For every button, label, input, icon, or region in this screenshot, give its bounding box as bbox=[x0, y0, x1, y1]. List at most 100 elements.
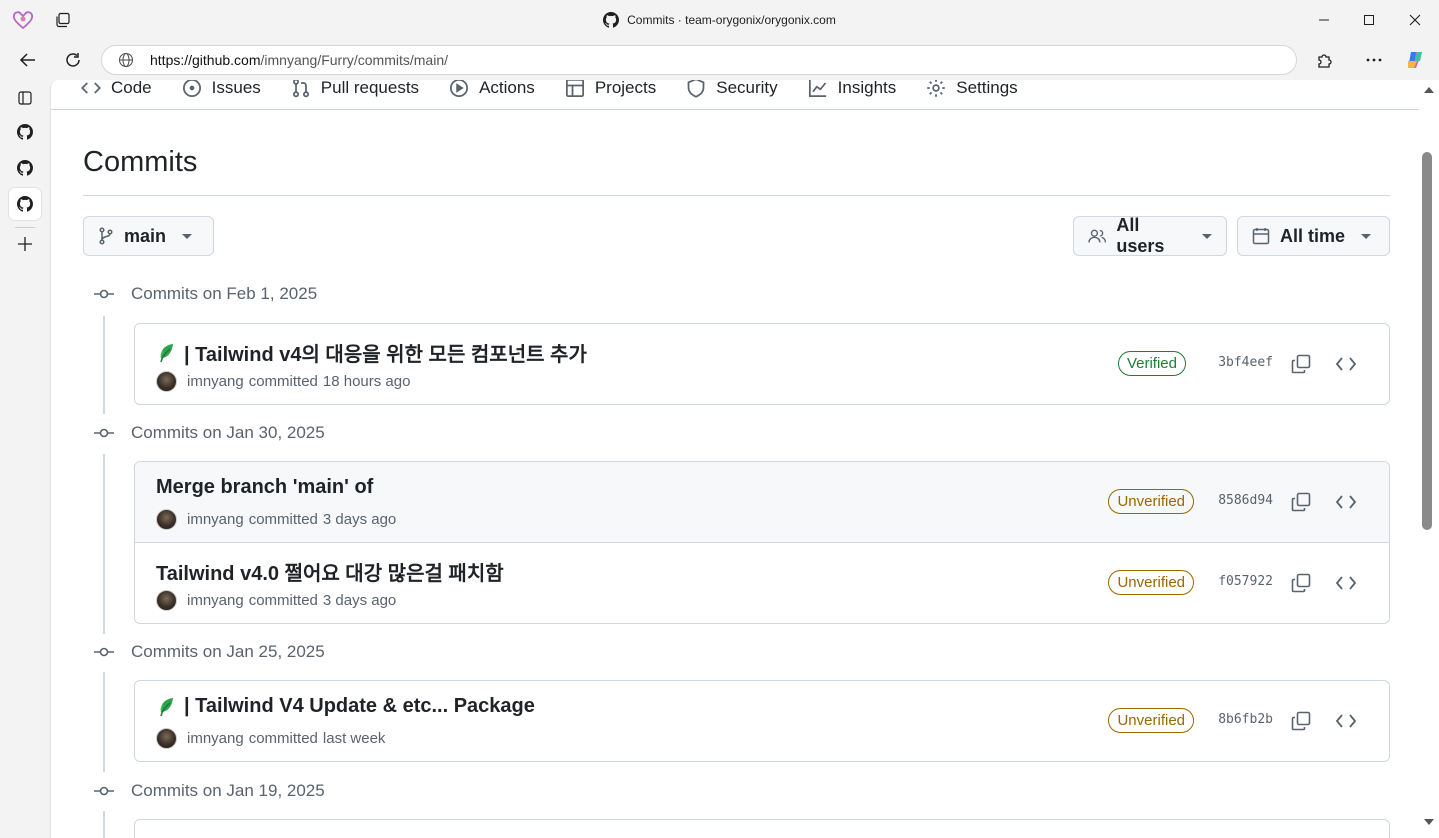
tab-actions-button[interactable] bbox=[9, 82, 41, 114]
repo-nav-issues[interactable]: Issues bbox=[182, 80, 261, 98]
commit-list: | Tailwind V4 Update & etc... Package im… bbox=[134, 680, 1390, 762]
commit-row: | Tailwind v4의 대응을 위한 모든 컴포넌트 추가 imnyang… bbox=[135, 324, 1389, 404]
commit-time: last week bbox=[322, 730, 386, 747]
repo-nav-settings[interactable]: Settings bbox=[926, 80, 1018, 98]
git-commit-icon bbox=[93, 641, 115, 663]
users-filter-label: All users bbox=[1116, 215, 1165, 256]
users-filter[interactable]: All users bbox=[1073, 215, 1227, 256]
reload-button[interactable] bbox=[57, 44, 89, 76]
unverified-badge[interactable]: Unverified bbox=[1108, 570, 1194, 595]
commit-title[interactable]: Tailwind v4.0 쩔어요 대강 많은걸 패치함 bbox=[156, 557, 504, 586]
repo-nav-security-label: Security bbox=[716, 80, 778, 97]
commit-group-header: Commits on Jan 30, 2025 bbox=[93, 422, 325, 444]
time-filter[interactable]: All time bbox=[1237, 216, 1390, 256]
page-title: Commits bbox=[83, 146, 198, 178]
copilot-button[interactable] bbox=[1399, 44, 1431, 76]
copy-sha-button[interactable] bbox=[1287, 569, 1315, 597]
repo-nav-pull-requests[interactable]: Pull requests bbox=[291, 80, 419, 98]
more-menu-button[interactable] bbox=[1358, 44, 1390, 76]
commit-author[interactable]: imnyang bbox=[187, 511, 244, 528]
commit-group-header: Commits on Jan 25, 2025 bbox=[93, 641, 325, 663]
close-window-button[interactable] bbox=[1392, 0, 1438, 40]
extensions-button[interactable] bbox=[1309, 44, 1341, 76]
commit-author[interactable]: imnyang bbox=[187, 373, 244, 390]
branch-selector[interactable]: main bbox=[83, 216, 214, 256]
browser-sidebar bbox=[0, 80, 50, 838]
avatar[interactable] bbox=[156, 590, 177, 611]
github-icon bbox=[603, 12, 620, 28]
commit-title-text: | Tailwind v4의 대응을 위한 모든 컴포넌트 추가 bbox=[184, 344, 587, 366]
commit-time: 18 hours ago bbox=[322, 373, 411, 390]
repo-nav-code-label: Code bbox=[111, 80, 152, 97]
commit-time: 3 days ago bbox=[322, 592, 397, 609]
reload-icon bbox=[66, 53, 80, 67]
commit-group-date: Commits on Jan 19, 2025 bbox=[131, 781, 325, 800]
repo-nav-code[interactable]: Code bbox=[81, 80, 152, 98]
timeline-line bbox=[103, 672, 105, 772]
url-host: https://github.com bbox=[150, 52, 261, 68]
commit-author[interactable]: imnyang bbox=[187, 730, 244, 747]
browse-code-button[interactable] bbox=[1332, 707, 1360, 735]
repo-nav-actions[interactable]: Actions bbox=[449, 80, 535, 98]
new-tab-button[interactable] bbox=[9, 228, 41, 260]
scroll-down-icon bbox=[1424, 819, 1434, 825]
avatar[interactable] bbox=[156, 371, 177, 392]
github-page: Code Issues Pull requests Actions Projec… bbox=[50, 80, 1439, 838]
copy-sha-button[interactable] bbox=[1287, 707, 1315, 735]
gear-icon bbox=[927, 80, 945, 97]
repo-nav-pull-requests-label: Pull requests bbox=[320, 80, 420, 97]
copy-sha-button[interactable] bbox=[1287, 350, 1315, 378]
scrollbar-thumb[interactable] bbox=[1422, 152, 1432, 530]
commit-sha[interactable]: f057922 bbox=[1218, 574, 1273, 589]
repo-nav-insights[interactable]: Insights bbox=[808, 80, 897, 98]
browse-code-button[interactable] bbox=[1332, 569, 1360, 597]
copy-icon bbox=[1291, 711, 1311, 731]
copy-sha-button[interactable] bbox=[1287, 488, 1315, 516]
sidebar-tab-github-active[interactable] bbox=[9, 188, 41, 220]
copy-icon bbox=[1291, 492, 1311, 512]
commit-sha[interactable]: 8586d94 bbox=[1218, 493, 1273, 508]
shield-icon bbox=[687, 80, 705, 98]
commit-sha[interactable]: 3bf4eef bbox=[1218, 355, 1273, 370]
code-icon bbox=[1336, 357, 1356, 371]
commit-action: committed bbox=[248, 511, 318, 528]
leaf-icon bbox=[156, 342, 178, 364]
commit-time: 3 days ago bbox=[322, 511, 397, 528]
arrow-left-icon bbox=[19, 53, 35, 67]
github-icon bbox=[17, 160, 33, 176]
branch-label: main bbox=[124, 225, 167, 246]
github-icon bbox=[17, 124, 33, 140]
browse-code-button[interactable] bbox=[1332, 488, 1360, 516]
commit-title[interactable]: | Tailwind V4 Update & etc... Package bbox=[156, 695, 535, 718]
browse-code-button[interactable] bbox=[1332, 350, 1360, 378]
url-text: https://github.com/imnyang/Furry/commits… bbox=[150, 52, 448, 68]
commit-meta: imnyang committed 3 days ago bbox=[156, 509, 396, 530]
plus-icon bbox=[18, 237, 32, 251]
commit-author[interactable]: imnyang bbox=[187, 592, 244, 609]
avatar[interactable] bbox=[156, 728, 177, 749]
repo-nav-security[interactable]: Security bbox=[686, 80, 778, 98]
title-divider bbox=[83, 195, 1390, 196]
git-commit-icon bbox=[93, 780, 115, 802]
puzzle-icon bbox=[1318, 54, 1332, 68]
back-button[interactable] bbox=[12, 44, 44, 76]
commit-title[interactable]: Merge branch 'main' of bbox=[156, 476, 373, 499]
commit-sha[interactable]: 8b6fb2b bbox=[1218, 712, 1273, 727]
sidebar-tab-github-2[interactable] bbox=[9, 152, 41, 184]
commit-list: | Tailwind v4의 대응을 위한 모든 컴포넌트 추가 imnyang… bbox=[134, 323, 1390, 405]
tab-title: Commits · team-orygonix/orygonix.com bbox=[627, 13, 836, 27]
unverified-badge[interactable]: Unverified bbox=[1108, 489, 1194, 514]
calendar-icon bbox=[1252, 228, 1270, 245]
url-path: /imnyang/Furry/commits/main/ bbox=[260, 52, 448, 68]
commit-title[interactable]: | Tailwind v4의 대응을 위한 모든 컴포넌트 추가 bbox=[156, 338, 587, 367]
address-bar[interactable]: https://github.com/imnyang/Furry/commits… bbox=[101, 45, 1297, 75]
maximize-button[interactable] bbox=[1346, 0, 1392, 40]
repo-nav-insights-label: Insights bbox=[837, 80, 897, 97]
avatar[interactable] bbox=[156, 509, 177, 530]
timeline-line bbox=[103, 454, 105, 634]
sidebar-tab-github-1[interactable] bbox=[9, 116, 41, 148]
repo-nav-projects[interactable]: Projects bbox=[565, 80, 656, 98]
minimize-button[interactable] bbox=[1301, 0, 1347, 40]
verified-badge[interactable]: Verified bbox=[1117, 351, 1186, 376]
unverified-badge[interactable]: Unverified bbox=[1108, 708, 1194, 733]
